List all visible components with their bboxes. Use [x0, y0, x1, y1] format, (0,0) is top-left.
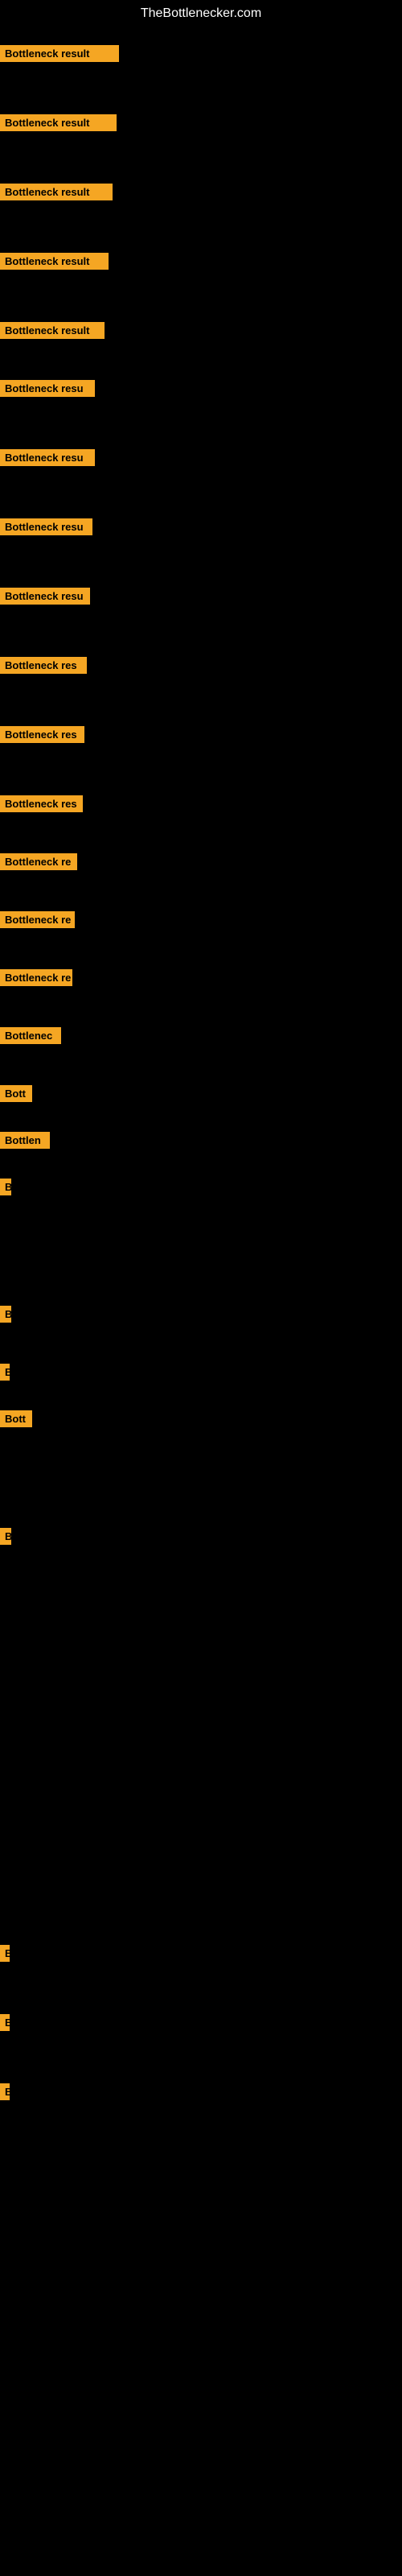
bottleneck-result-item: B [0, 2083, 10, 2100]
bottleneck-result-item: Bottleneck re [0, 969, 72, 986]
bottleneck-result-item: Bottleneck res [0, 657, 87, 674]
bottleneck-result-item: B [0, 1528, 11, 1545]
bottleneck-result-item: B [0, 1364, 10, 1381]
bottleneck-result-item: B [0, 1945, 10, 1962]
bottleneck-result-item: Bottleneck result [0, 45, 119, 62]
bottleneck-result-item: B [0, 2014, 10, 2031]
bottleneck-result-item: Bottleneck re [0, 853, 77, 870]
bottleneck-result-item: Bottleneck res [0, 795, 83, 812]
bottleneck-result-item: B [0, 1306, 11, 1323]
bottleneck-result-item: Bottlen [0, 1132, 50, 1149]
site-title: TheBottlenecker.com [0, 0, 402, 27]
bottleneck-result-item: Bottleneck result [0, 253, 109, 270]
bottleneck-result-item: Bottleneck result [0, 322, 105, 339]
bottleneck-result-item: Bott [0, 1085, 32, 1102]
bottleneck-result-item: Bottlenec [0, 1027, 61, 1044]
bottleneck-result-item: Bottleneck res [0, 726, 84, 743]
bottleneck-result-item: Bottleneck result [0, 184, 113, 200]
bottleneck-result-item: Bottleneck resu [0, 380, 95, 397]
bottleneck-result-item: Bottleneck resu [0, 588, 90, 605]
bottleneck-result-item: Bottleneck re [0, 911, 75, 928]
bottleneck-result-item: Bottleneck result [0, 114, 117, 131]
bottleneck-result-item: B [0, 1179, 11, 1195]
bottleneck-result-item: Bottleneck resu [0, 518, 92, 535]
bottleneck-result-item: Bott [0, 1410, 32, 1427]
bottleneck-result-item: Bottleneck resu [0, 449, 95, 466]
